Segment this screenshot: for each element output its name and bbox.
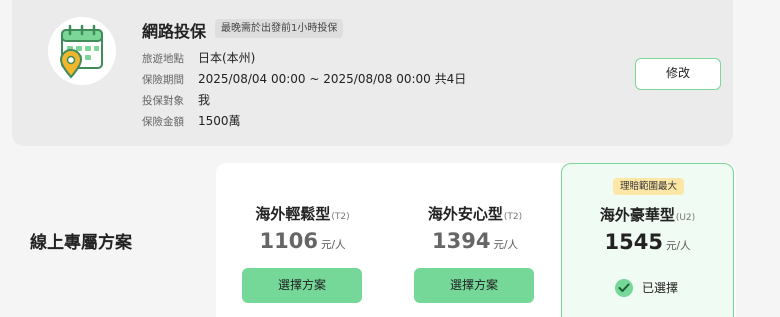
- price-amount: 1394: [432, 229, 491, 253]
- plan-name: 海外輕鬆型(T2): [255, 205, 350, 223]
- price-amount: 1106: [259, 229, 318, 253]
- deadline-tag: 最晚需於出發前1小時投保: [215, 19, 344, 38]
- check-icon: [615, 278, 633, 297]
- plan-name: 海外豪華型(U2): [599, 206, 696, 224]
- price-unit: 元/人: [665, 240, 691, 252]
- page-title: 網路投保: [142, 22, 207, 41]
- calendar-location-icon: [48, 17, 116, 85]
- plans-panel: 海外輕鬆型(T2) 1106 元/人 選擇方案 海外安心型(T2) 1394 元/人…: [216, 163, 736, 317]
- plan-card-secure: 海外安心型(T2) 1394 元/人 選擇方案: [389, 163, 561, 317]
- plan-card-relaxed: 海外輕鬆型(T2) 1106 元/人 選擇方案: [216, 163, 389, 317]
- plan-card-deluxe[interactable]: 理賠範圍最大 海外豪華型(U2) 1545 元/人 已選擇: [561, 163, 734, 317]
- choose-plan-button[interactable]: 選擇方案: [414, 268, 534, 303]
- price-unit: 元/人: [493, 239, 518, 251]
- choose-plan-button[interactable]: 選擇方案: [242, 268, 362, 303]
- plan-price: 1545 元/人: [562, 230, 733, 254]
- info-label: 投保對象: [142, 95, 184, 107]
- plan-price: 1394 元/人: [389, 229, 561, 253]
- price-amount: 1545: [604, 230, 663, 254]
- selected-label: 已選擇: [642, 281, 679, 295]
- trip-summary-card: 網路投保 最晚需於出發前1小時投保 旅遊地點 日本(本州) 保險期間 2025/…: [12, 0, 733, 146]
- plan-code: (U2): [675, 213, 696, 223]
- info-label: 旅遊地點: [142, 53, 184, 65]
- plan-code: (T2): [331, 212, 350, 222]
- info-label: 保險金額: [142, 116, 184, 128]
- selected-indicator: 已選擇: [615, 277, 678, 297]
- plan-name: 海外安心型(T2): [427, 205, 523, 223]
- info-value: 日本(本州): [198, 51, 256, 65]
- info-value: 2025/08/04 00:00 ~ 2025/08/08 00:00 共4日: [198, 72, 467, 86]
- plan-price: 1106 元/人: [216, 229, 389, 253]
- info-value: 1500萬: [198, 114, 241, 128]
- info-label: 保險期間: [142, 74, 184, 86]
- plan-code: (T2): [503, 212, 523, 222]
- price-unit: 元/人: [320, 239, 346, 251]
- section-title: 線上專屬方案: [30, 233, 132, 253]
- edit-button[interactable]: 修改: [635, 58, 721, 90]
- info-value: 我: [198, 93, 211, 107]
- best-coverage-tag: 理賠範圍最大: [613, 178, 685, 195]
